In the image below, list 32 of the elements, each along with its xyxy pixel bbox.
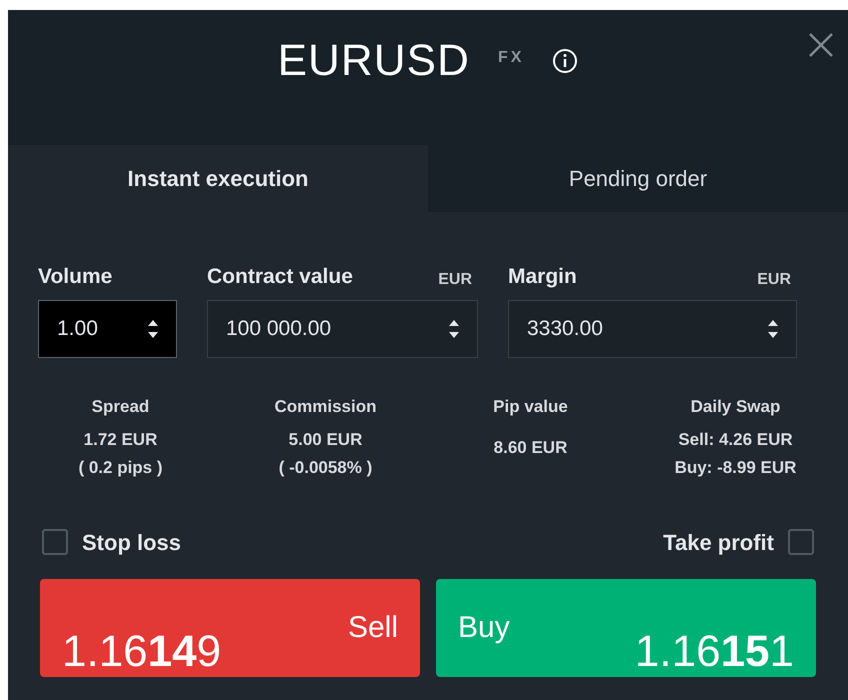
- tab[interactable]: Pending order: [428, 145, 848, 212]
- spinner-arrows-icon[interactable]: [768, 318, 778, 340]
- stat-value: Sell: 4.26 EUR: [678, 428, 793, 450]
- stat-value: 1.72 EUR: [84, 428, 158, 450]
- stat-value: ( 0.2 pips ): [78, 456, 163, 478]
- stat-value: ( -0.0058% ): [278, 456, 372, 478]
- number-field[interactable]: 3330.00: [508, 300, 797, 358]
- stat-title: Spread: [92, 396, 150, 418]
- sell-button[interactable]: 1.16149 Sell: [40, 578, 420, 676]
- spinner-arrows-icon[interactable]: [148, 318, 158, 340]
- field-label: Contract value: [207, 264, 353, 290]
- stat-value: 5.00 EUR: [288, 428, 362, 450]
- close-icon[interactable]: [808, 32, 834, 58]
- field-label: Margin: [508, 264, 577, 290]
- checkbox[interactable]: [788, 529, 814, 555]
- stat-title: Daily Swap: [690, 396, 780, 418]
- unit-label: EUR: [438, 270, 472, 290]
- stat-title: Commission: [274, 396, 377, 418]
- unit-label: EUR: [757, 270, 791, 290]
- symbol-title: EURUSD: [278, 36, 470, 86]
- asset-tag: FX: [498, 46, 524, 70]
- info-icon[interactable]: [552, 48, 578, 74]
- field-label: Volume: [38, 264, 112, 290]
- checkbox-label: Take profit: [663, 528, 774, 557]
- checkbox-label: Stop loss: [82, 528, 182, 557]
- stat-value: 8.60 EUR: [494, 436, 568, 458]
- number-field[interactable]: 100 000.00: [207, 300, 478, 358]
- stat-title: Pip value: [493, 396, 568, 418]
- number-field[interactable]: 1.00: [38, 300, 177, 358]
- stat-value: Buy: -8.99 EUR: [674, 456, 796, 478]
- checkbox[interactable]: [42, 529, 68, 555]
- spinner-arrows-icon[interactable]: [449, 318, 459, 340]
